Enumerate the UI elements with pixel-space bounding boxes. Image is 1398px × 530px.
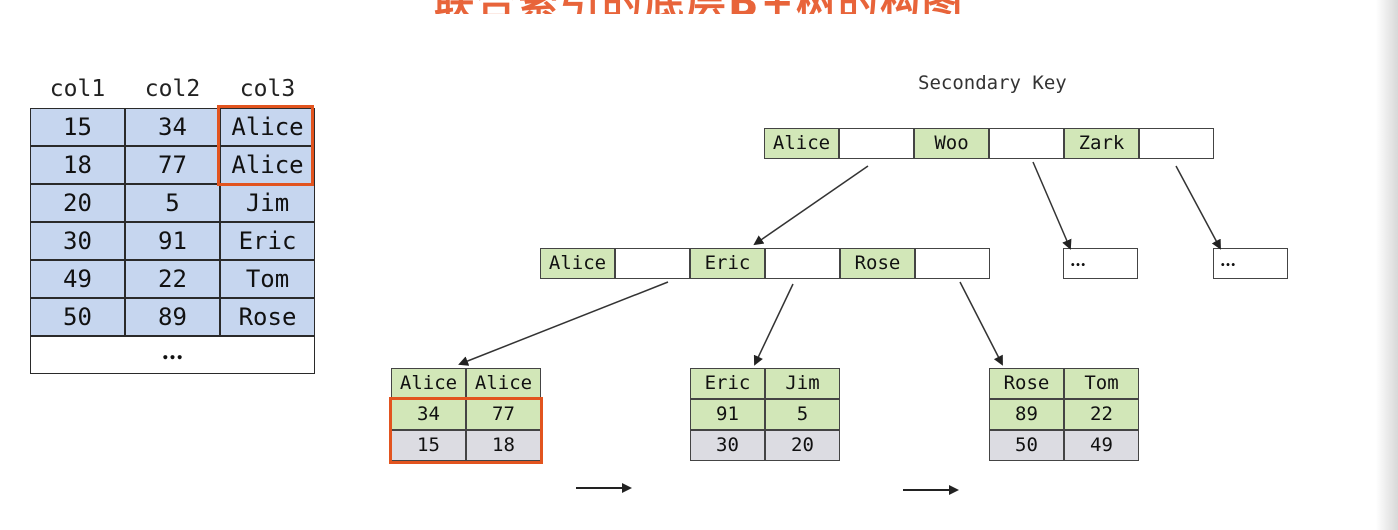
edge-root-to-collapsed-2 [1175, 165, 1221, 250]
edge-middle-to-leaf-3 [959, 281, 1003, 366]
edge-middle-to-leaf-2 [753, 283, 794, 366]
edge-root-to-middle [753, 165, 869, 246]
tree-edges [458, 161, 1221, 495]
edge-root-to-collapsed-1 [1032, 161, 1072, 250]
edge-middle-to-leaf-1 [458, 281, 669, 366]
